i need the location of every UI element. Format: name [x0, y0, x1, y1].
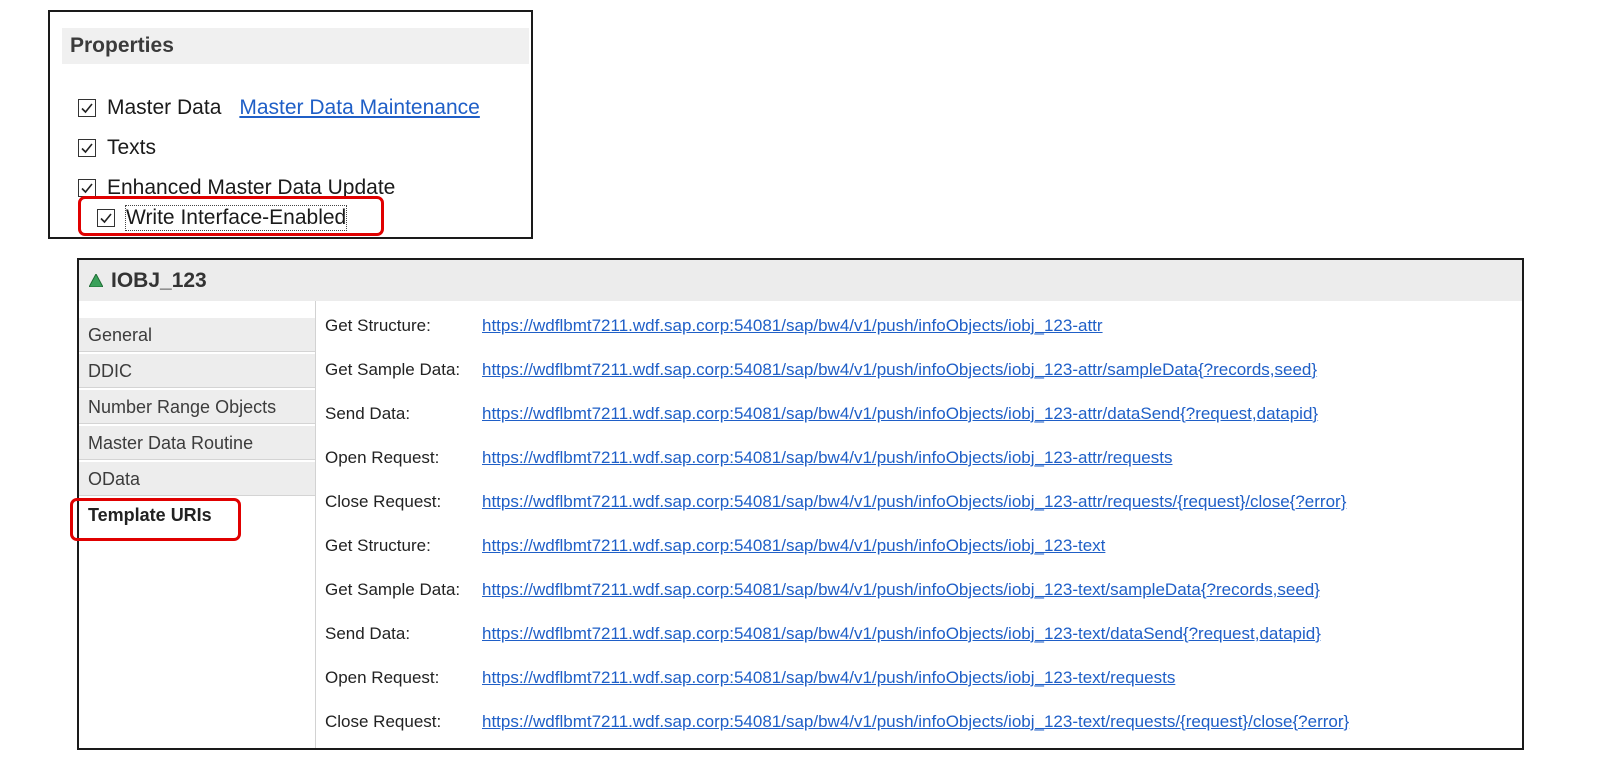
- uri-row: Get Structure: https://wdflbmt7211.wdf.s…: [325, 312, 1103, 340]
- uri-row: Send Data: https://wdflbmt7211.wdf.sap.c…: [325, 620, 1321, 648]
- infoobject-editor: IOBJ_123 General DDIC Number Range Objec…: [70, 258, 1524, 750]
- uri-link[interactable]: https://wdflbmt7211.wdf.sap.corp:54081/s…: [482, 404, 1318, 424]
- uri-link[interactable]: https://wdflbmt7211.wdf.sap.corp:54081/s…: [482, 316, 1103, 336]
- uri-link[interactable]: https://wdflbmt7211.wdf.sap.corp:54081/s…: [482, 712, 1349, 732]
- master-data-maintenance-link[interactable]: Master Data Maintenance: [239, 96, 479, 120]
- checkmark-icon[interactable]: [78, 99, 96, 117]
- uri-row: Get Sample Data: https://wdflbmt7211.wdf…: [325, 356, 1317, 384]
- tab-template-uris[interactable]: Template URIs: [79, 498, 315, 532]
- checkbox-label: Write Interface-Enabled: [124, 205, 348, 231]
- uri-label: Get Structure:: [325, 536, 431, 555]
- tab-odata[interactable]: OData: [79, 462, 315, 496]
- uri-link[interactable]: https://wdflbmt7211.wdf.sap.corp:54081/s…: [482, 360, 1317, 380]
- uri-label: Open Request:: [325, 448, 440, 467]
- checkmark-icon[interactable]: [78, 139, 96, 157]
- uri-row: Get Sample Data: https://wdflbmt7211.wdf…: [325, 576, 1320, 604]
- uri-label: Send Data:: [325, 624, 411, 643]
- uri-label: Send Data:: [325, 404, 411, 423]
- properties-title: Properties: [62, 28, 529, 64]
- tab-general[interactable]: General: [79, 318, 315, 352]
- tab-master-data-routine[interactable]: Master Data Routine: [79, 426, 315, 460]
- checkbox-master-data[interactable]: Master Data Master Data Maintenance: [78, 93, 480, 123]
- uri-link[interactable]: https://wdflbmt7211.wdf.sap.corp:54081/s…: [482, 536, 1105, 556]
- uri-row: Send Data: https://wdflbmt7211.wdf.sap.c…: [325, 400, 1318, 428]
- checkmark-icon[interactable]: [78, 179, 96, 197]
- uri-label: Close Request:: [325, 712, 442, 731]
- uri-row: Open Request: https://wdflbmt7211.wdf.sa…: [325, 664, 1175, 692]
- tab-ddic[interactable]: DDIC: [79, 354, 315, 388]
- checkbox-label: Master Data: [107, 96, 222, 119]
- editor-tab-list: General DDIC Number Range Objects Master…: [70, 301, 316, 748]
- editor-header: IOBJ_123: [79, 260, 1522, 301]
- checkbox-enhanced-master-data-update[interactable]: Enhanced Master Data Update: [78, 173, 395, 203]
- uri-row: Close Request: https://wdflbmt7211.wdf.s…: [325, 488, 1346, 516]
- uri-link[interactable]: https://wdflbmt7211.wdf.sap.corp:54081/s…: [482, 580, 1320, 600]
- editor-title: IOBJ_123: [111, 268, 207, 292]
- checkbox-label: Enhanced Master Data Update: [107, 176, 396, 199]
- checkmark-icon[interactable]: [97, 209, 115, 227]
- uri-label: Get Structure:: [325, 316, 431, 335]
- uri-row: Open Request: https://wdflbmt7211.wdf.sa…: [325, 444, 1172, 472]
- checkbox-label: Texts: [107, 136, 157, 159]
- uri-link[interactable]: https://wdflbmt7211.wdf.sap.corp:54081/s…: [482, 448, 1172, 468]
- checkbox-write-interface-enabled[interactable]: Write Interface-Enabled: [97, 203, 348, 233]
- uri-label: Close Request:: [325, 492, 442, 511]
- green-triangle-icon: [88, 269, 104, 293]
- uri-link[interactable]: https://wdflbmt7211.wdf.sap.corp:54081/s…: [482, 668, 1175, 688]
- uri-label: Get Sample Data:: [325, 580, 461, 599]
- uri-row: Close Request: https://wdflbmt7211.wdf.s…: [325, 708, 1349, 736]
- uri-row: Get Structure: https://wdflbmt7211.wdf.s…: [325, 532, 1105, 560]
- checkbox-texts[interactable]: Texts: [78, 133, 156, 163]
- properties-panel: Properties Master Data Master Data Maint…: [48, 10, 533, 239]
- tab-number-range-objects[interactable]: Number Range Objects: [79, 390, 315, 424]
- uri-label: Get Sample Data:: [325, 360, 461, 379]
- uri-link[interactable]: https://wdflbmt7211.wdf.sap.corp:54081/s…: [482, 492, 1346, 512]
- uri-link[interactable]: https://wdflbmt7211.wdf.sap.corp:54081/s…: [482, 624, 1321, 644]
- uri-label: Open Request:: [325, 668, 440, 687]
